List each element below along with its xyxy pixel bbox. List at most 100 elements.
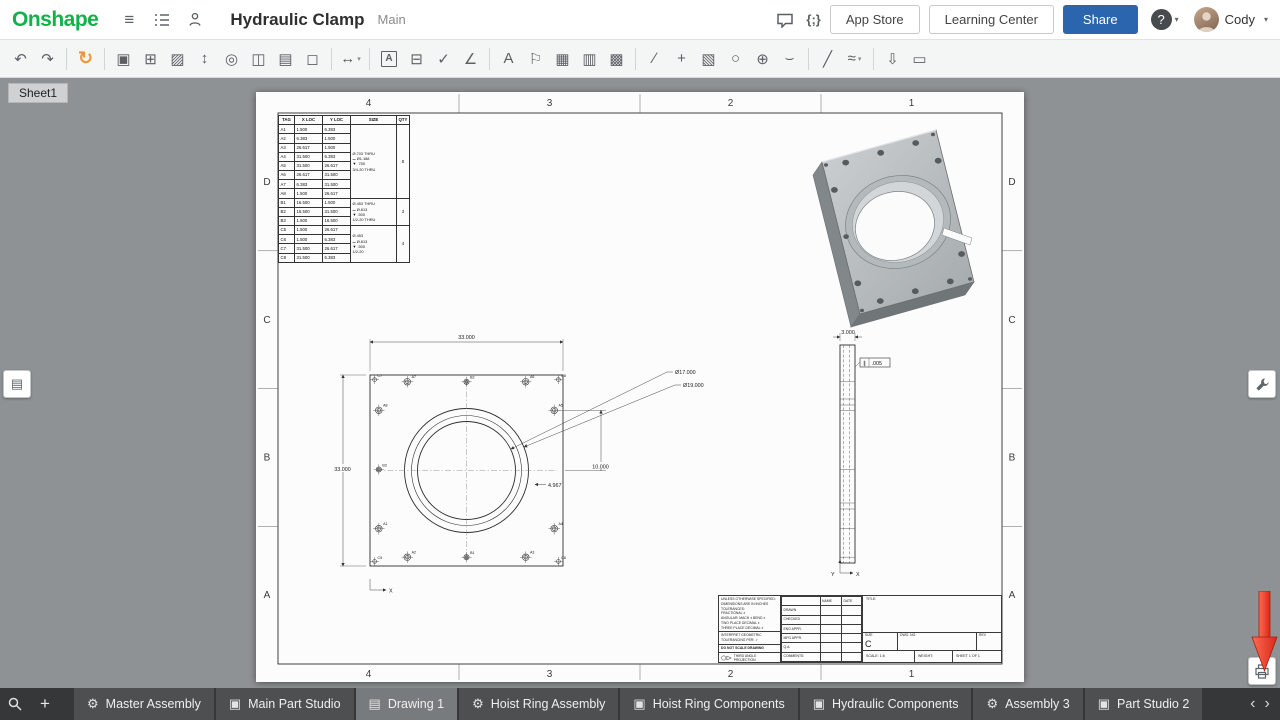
datum-y-label: Y — [831, 572, 835, 578]
export-dxf-icon[interactable]: ⇩ — [881, 46, 904, 72]
auxiliary-view-icon[interactable]: ▨ — [166, 46, 189, 72]
versions-history-icon[interactable] — [150, 8, 174, 32]
centerline-icon[interactable]: ∕ — [643, 46, 666, 72]
drawing-canvas[interactable]: Sheet1 44332211DDCCBBAA A1 A2 A3 A4 A5 A… — [0, 79, 1280, 688]
datum-icon[interactable]: ⊟ — [405, 46, 428, 72]
datum-x-label: X — [856, 572, 860, 578]
scroll-left-icon[interactable]: ‹ — [1250, 695, 1255, 713]
bom-table-icon[interactable]: ▩ — [605, 46, 628, 72]
broken-out-section-icon[interactable]: ▤ — [274, 46, 297, 72]
featurescript-icon[interactable]: {;} — [806, 12, 820, 27]
toolbar-separator — [369, 47, 370, 70]
drawing-view-isometric[interactable] — [812, 129, 975, 328]
sheet-size: C — [865, 639, 872, 650]
text-icon[interactable]: A — [497, 46, 520, 72]
user-menu[interactable]: Cody ▾ — [1193, 7, 1268, 32]
tolerance-notes: UNLESS OTHERWISE SPECIFIED: DIMENSIONS A… — [719, 596, 780, 633]
crop-view-icon[interactable]: ◻ — [301, 46, 324, 72]
tab-main-part-studio[interactable]: ▣ Main Part Studio — [215, 688, 354, 720]
line-icon[interactable]: ╱ — [816, 46, 839, 72]
title-block-approvals: NAME DATE DRAWN CHECKED ENG APPR. MFG APPR. Q.… — [781, 595, 863, 663]
spline-icon[interactable]: ≈ ▾ — [843, 46, 866, 72]
tab-manager-icon[interactable] — [0, 688, 30, 720]
drawing-view-side[interactable]: 3.000 ∥ .005 Y X — [831, 330, 891, 578]
tab-label: Master Assembly — [105, 697, 201, 711]
drawing-sheet[interactable]: 4 4 3 3 2 2 1 1 D D C C B B A A A1 A2 A3 A4 A5 A6 A7 A8 B1 B2 B3 C… — [256, 92, 1024, 682]
tab-master-assembly[interactable]: ⚙ Master Assembly — [74, 688, 214, 720]
svg-text:3: 3 — [547, 669, 553, 680]
export-image-icon[interactable]: ▭ — [908, 46, 931, 72]
table-icon[interactable]: ▦ — [551, 46, 574, 72]
toolbar-separator — [808, 47, 809, 70]
tab-bar: + ⚙ Master Assembly ▣ Main Part Studio ▤ Draw… — [0, 688, 1280, 720]
rev-field: REV — [979, 633, 986, 637]
svg-text:C: C — [263, 315, 270, 326]
follow-mode-icon[interactable] — [183, 8, 207, 32]
tab-hydraulic-components[interactable]: ▣ Hydraulic Components — [799, 688, 972, 720]
toolbar-separator — [331, 47, 332, 70]
svg-text:1: 1 — [909, 98, 915, 109]
document-title: Hydraulic Clamp — [230, 9, 365, 29]
onshape-logo[interactable]: Onshape — [12, 8, 99, 32]
sheet-count-field: SHEET 1 OF 1 — [956, 653, 980, 658]
toolbar-separator — [873, 47, 874, 70]
insert-view-icon[interactable]: ▣ — [112, 46, 135, 72]
detail-view-icon[interactable]: ◎ — [220, 46, 243, 72]
projected-view-icon[interactable]: ⊞ — [139, 46, 162, 72]
tab-drawing-1[interactable]: ▤ Drawing 1 — [355, 688, 458, 720]
share-button[interactable]: Share — [1062, 5, 1138, 34]
balloon-icon[interactable]: ⚐ — [524, 46, 547, 72]
tab-hoist-ring-components[interactable]: ▣ Hoist Ring Components — [620, 688, 798, 720]
doc-tabs: ⚙ Master Assembly ▣ Main Part Studio ▤ Drawin… — [74, 688, 1240, 720]
learning-center-button[interactable]: Learning Center — [928, 5, 1054, 34]
comments-icon[interactable] — [773, 8, 797, 32]
undo-icon[interactable]: ↶ — [9, 46, 32, 72]
dimension-icon[interactable]: ↔ ▾ — [339, 46, 362, 72]
tab-label: Hoist Ring Components — [652, 697, 785, 711]
weld-symbol-icon[interactable]: ∠ — [459, 46, 482, 72]
assembly-tab-icon: ⚙ — [472, 696, 484, 711]
help-menu[interactable]: ? ▾ — [1150, 9, 1179, 30]
tab-label: Assembly 3 — [1005, 697, 1070, 711]
hole-table-head: TAG X LOC Y LOC SIZE QTY — [278, 114, 410, 126]
user-name: Cody — [1224, 12, 1255, 27]
surface-finish-icon[interactable]: ✓ — [432, 46, 455, 72]
workspace-name[interactable]: Main — [378, 12, 406, 27]
svg-text:A1: A1 — [383, 522, 387, 526]
redo-icon[interactable]: ↷ — [36, 46, 59, 72]
circle-icon[interactable]: ○ — [724, 46, 747, 72]
note-icon[interactable]: A — [381, 50, 397, 67]
tab-hoist-ring-assembly[interactable]: ⚙ Hoist Ring Assembly — [459, 688, 619, 720]
app-store-button[interactable]: App Store — [829, 5, 920, 34]
scroll-right-icon[interactable]: › — [1265, 695, 1270, 713]
drawing-properties-button[interactable] — [1248, 370, 1276, 398]
avatar — [1193, 7, 1219, 32]
svg-text:C6: C6 — [561, 556, 566, 560]
tab-part-studio-2[interactable]: ▣ Part Studio 2 — [1084, 688, 1203, 720]
drawing-view-front[interactable]: A1 A2 A3 A4 A5 A6 A7 A8 B1 B2 B3 C5 C6 C7 C8 33.000 33… — [327, 335, 704, 595]
sheets-panel-toggle[interactable]: ▤ — [3, 370, 31, 398]
hamburger-menu-icon[interactable]: ≡ — [117, 8, 141, 32]
circle-center-icon[interactable]: ⊕ — [751, 46, 774, 72]
arc-icon[interactable]: ⌣ — [778, 46, 801, 72]
hole-table-icon[interactable]: ▥ — [578, 46, 601, 72]
title-block[interactable]: UNLESS OTHERWISE SPECIFIED: DIMENSIONS A… — [718, 595, 1002, 663]
center-mark-icon[interactable]: + — [670, 46, 693, 72]
sheet-tab[interactable]: Sheet1 — [8, 83, 69, 103]
wrench-icon — [1255, 377, 1269, 391]
svg-text:B: B — [264, 453, 271, 464]
title-field: TITLE: — [866, 597, 877, 601]
break-view-icon[interactable]: ◫ — [247, 46, 270, 72]
section-view-icon[interactable]: ↕ — [193, 46, 216, 72]
hole-table-body: A1 1.500 6.383 Ø.703 THRU ⌴ Ø1.188 ▼ .750 3… — [278, 124, 410, 263]
svg-text:C5: C5 — [378, 556, 383, 560]
svg-text:4: 4 — [366, 669, 372, 680]
dim-height: 33.000 — [334, 467, 351, 473]
hole-table[interactable]: TAG X LOC Y LOC SIZE QTY A1 1.500 6.383 Ø.703 T… — [278, 114, 410, 263]
add-tab-icon[interactable]: + — [30, 688, 60, 720]
hatch-icon[interactable]: ▧ — [697, 46, 720, 72]
leader-inner-dia: Ø17.000 — [675, 370, 696, 376]
tab-assembly-3[interactable]: ⚙ Assembly 3 — [973, 688, 1083, 720]
svg-text:4: 4 — [366, 98, 372, 109]
update-views-icon[interactable]: ↻ — [74, 46, 97, 72]
